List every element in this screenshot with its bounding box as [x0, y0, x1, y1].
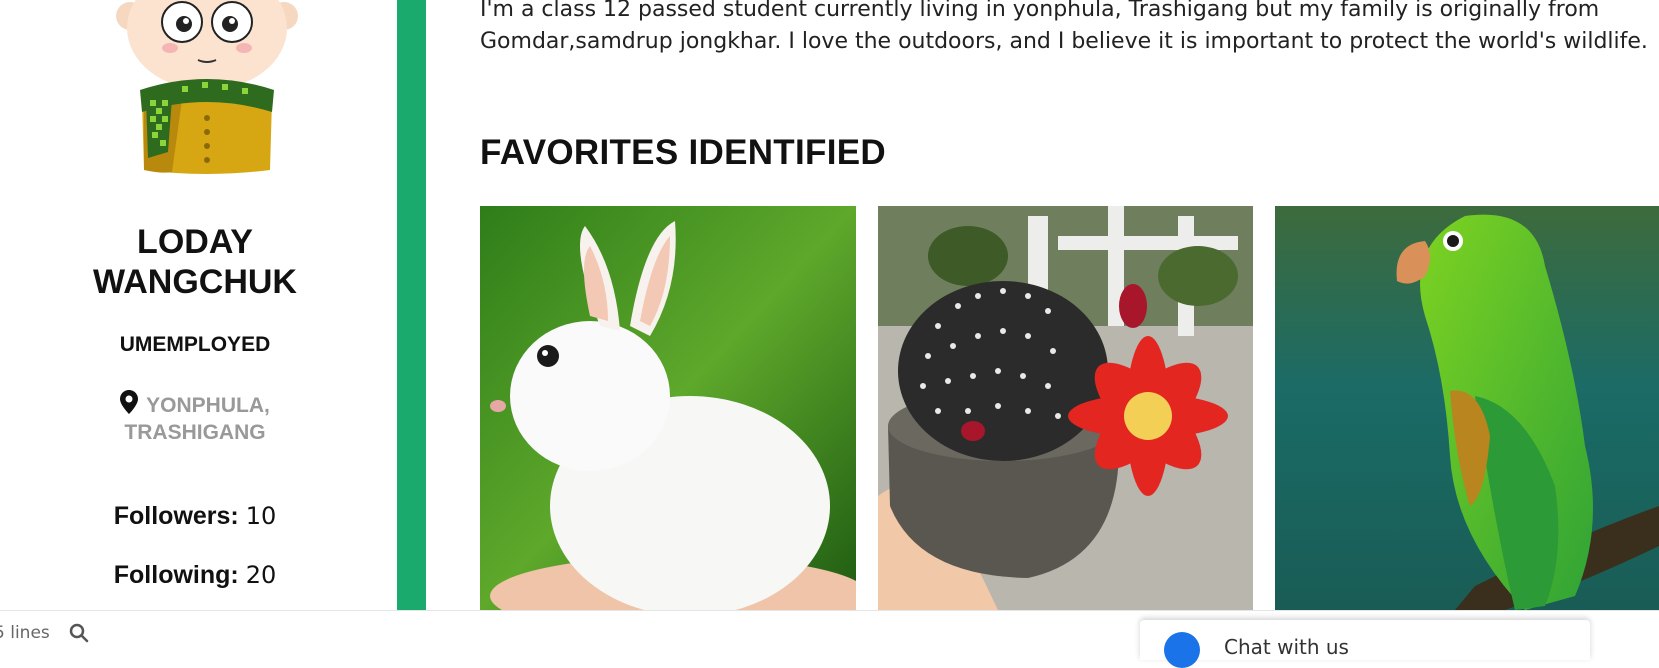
search-icon[interactable]: [69, 623, 89, 643]
favorite-photo-parrot[interactable]: [1275, 206, 1659, 610]
profile-bio: I'm a class 12 passed student currently …: [480, 0, 1648, 54]
profile-sidebar: LODAY WANGCHUK UMEMPLOYED YONPHULA, TRAS…: [0, 0, 397, 610]
profile-name: LODAY WANGCHUK: [93, 223, 297, 301]
following-label: Following:: [113, 561, 239, 589]
favorite-photo-rabbit[interactable]: [480, 206, 856, 610]
rabbit-image: [480, 206, 856, 610]
lines-count: 5 lines: [0, 623, 50, 643]
chat-label: Chat with us: [1224, 635, 1349, 659]
chat-widget[interactable]: Chat with us: [1140, 620, 1590, 668]
location-pin-icon: [120, 390, 139, 414]
following-count: 20: [245, 561, 277, 589]
accent-divider: [397, 0, 426, 610]
followers-count: 10: [245, 502, 277, 530]
cactus-image: [878, 206, 1253, 610]
followers-stat[interactable]: Followers: 10: [40, 502, 350, 531]
location-text: YONPHULA, TRASHIGANG: [124, 394, 270, 444]
chat-icon: [1164, 632, 1200, 668]
profile-job-title: UMEMPLOYED: [119, 333, 271, 356]
followers-label: Followers:: [113, 502, 239, 530]
following-stat[interactable]: Following: 20: [40, 561, 350, 590]
parrot-image: [1275, 206, 1659, 610]
favorite-photo-cactus[interactable]: [878, 206, 1253, 610]
favorites-title: FAVORITES IDENTIFIED: [480, 133, 886, 172]
profile-location: YONPHULA, TRASHIGANG: [80, 390, 310, 446]
profile-avatar: [116, 0, 298, 174]
